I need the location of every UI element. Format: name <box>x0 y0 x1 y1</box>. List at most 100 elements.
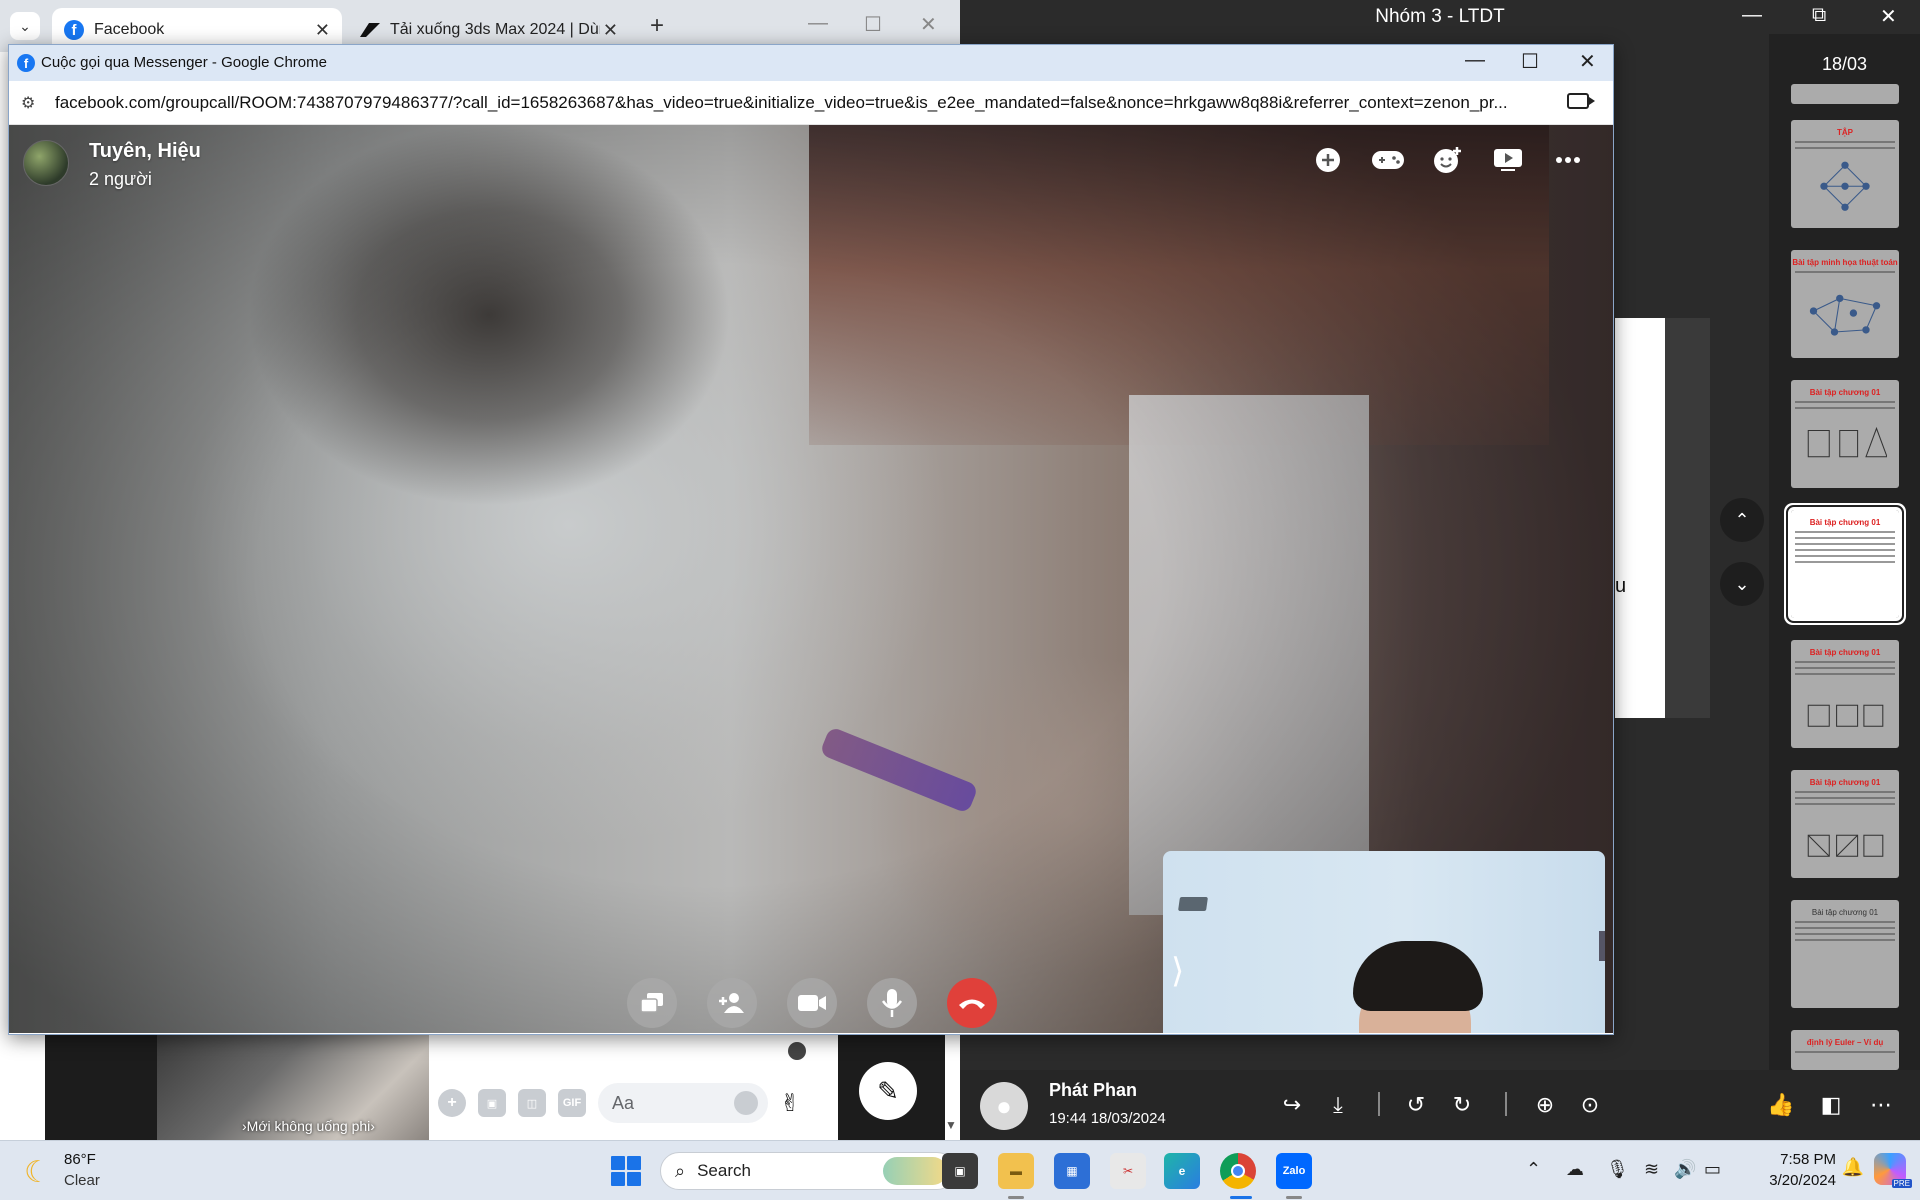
gif-icon[interactable]: GIF <box>558 1089 586 1117</box>
thumbnail[interactable]: TẬP <box>1791 120 1899 228</box>
facebook-icon: f <box>17 54 35 72</box>
messenger-call-window: f Cuộc gọi qua Messenger - Google Chrome… <box>8 44 1614 1035</box>
scroll-down-icon[interactable]: ▼ <box>945 1118 957 1132</box>
close-tab-icon[interactable]: ✕ <box>603 20 618 41</box>
windows-start-button[interactable] <box>611 1156 641 1186</box>
chat-sidebar-dark <box>45 1035 157 1140</box>
site-settings-icon[interactable]: ⚙ <box>21 93 35 113</box>
snipping-tool-icon[interactable]: ✂ <box>1110 1153 1146 1189</box>
thumbnail[interactable] <box>1791 84 1899 104</box>
show-hidden-icons-icon[interactable]: ⌃ <box>1526 1159 1541 1180</box>
microphone-button[interactable] <box>867 978 917 1028</box>
more-options-icon[interactable]: ⋯ <box>1866 1090 1896 1120</box>
pdf-title-bar: Nhóm 3 - LTDT — ⧉ ✕ <box>960 0 1920 34</box>
close-icon[interactable]: ✕ <box>1880 4 1897 29</box>
like-icon[interactable]: 👍 <box>1766 1090 1796 1120</box>
minimize-icon[interactable]: — <box>1465 49 1485 72</box>
effects-icon[interactable] <box>1431 143 1465 177</box>
collapse-self-view-icon[interactable]: ⟩ <box>1171 951 1184 991</box>
graph-diagram <box>1809 294 1881 336</box>
camera-in-use-icon[interactable] <box>1567 93 1595 109</box>
task-view-icon[interactable]: ▣ <box>942 1153 978 1189</box>
watch-together-icon[interactable] <box>1491 143 1525 177</box>
volume-icon[interactable]: 🔊 <box>1674 1159 1696 1180</box>
minimize-icon[interactable]: — <box>808 12 828 35</box>
zalo-icon[interactable]: Zalo <box>1276 1153 1312 1189</box>
camera-button[interactable] <box>787 978 837 1028</box>
games-icon[interactable] <box>1371 143 1405 177</box>
maximize-icon[interactable]: ☐ <box>864 12 882 37</box>
weather-temperature[interactable]: 86°F <box>64 1151 96 1168</box>
share-screen-icon <box>640 993 663 1013</box>
plus-icon[interactable]: + <box>438 1089 466 1117</box>
image-icon[interactable]: ▣ <box>478 1089 506 1117</box>
clock-time[interactable]: 7:58 PM <box>1780 1151 1836 1168</box>
thumbnail-title: Bài tập chương 01 <box>1809 778 1881 787</box>
end-call-button[interactable] <box>947 978 997 1028</box>
minimize-icon[interactable]: — <box>1742 4 1762 27</box>
thumbnail[interactable]: Bài tập chương 01 <box>1791 770 1899 878</box>
victory-hand-icon[interactable]: ✌ <box>780 1089 800 1118</box>
thumbnail[interactable]: định lý Euler – Ví dụ <box>1791 1030 1899 1070</box>
thumbnail[interactable]: Bài tập minh họa thuật toán <box>1791 250 1899 358</box>
author-name: Phát Phan <box>1049 1080 1138 1100</box>
actual-size-icon[interactable]: ⊙ <box>1575 1090 1605 1120</box>
add-people-button[interactable] <box>707 978 757 1028</box>
message-input[interactable]: Aa <box>598 1083 768 1123</box>
group-name: Tuyên, Hiệu <box>89 140 201 162</box>
previous-page-button[interactable]: ⌃ <box>1720 498 1764 542</box>
thumbnail-panel: 18/03 TẬP Bài tập minh họa thuật toán Bà… <box>1769 34 1920 1070</box>
thumbnail-selected[interactable]: Bài tập chương 01 <box>1788 507 1902 621</box>
maximize-icon[interactable]: ☐ <box>1521 49 1539 74</box>
thumbnail-date-label: 18/03 <box>1821 54 1868 74</box>
call-window-title: Cuộc gọi qua Messenger - Google Chrome <box>41 54 327 71</box>
url-field[interactable]: facebook.com/groupcall/ROOM:743870797948… <box>55 93 1555 113</box>
sticker-icon[interactable]: ◫ <box>518 1089 546 1117</box>
weather-condition[interactable]: Clear <box>64 1172 100 1189</box>
download-icon[interactable]: ⤓ <box>1323 1090 1353 1120</box>
participant-count: 2 người <box>89 169 152 189</box>
file-explorer-icon[interactable]: ▬ <box>998 1153 1034 1189</box>
restore-icon[interactable]: ⧉ <box>1812 4 1826 27</box>
remote-video: Tuyên, Hiệu 2 người ⟩ <box>9 125 1613 1033</box>
new-tab-button[interactable]: + <box>650 12 664 40</box>
rotate-right-icon[interactable]: ↻ <box>1447 1090 1477 1120</box>
search-icon: ⌕ <box>675 1160 686 1181</box>
self-view-video[interactable]: ⟩ <box>1163 851 1605 1033</box>
close-icon[interactable]: ✕ <box>1579 49 1596 74</box>
clock-date[interactable]: 3/20/2024 <box>1769 1172 1836 1189</box>
thumbnail[interactable]: Bài tập chương 01 <box>1791 380 1899 488</box>
taskbar-search[interactable]: ⌕ Search <box>660 1152 956 1190</box>
video-camera-icon <box>798 995 826 1011</box>
share-screen-button[interactable] <box>627 978 677 1028</box>
microphone-tray-icon[interactable]: 🎙 <box>1606 1159 1629 1180</box>
next-page-button[interactable]: ⌄ <box>1720 562 1764 606</box>
emoji-icon[interactable] <box>734 1091 758 1115</box>
chat-shared-image[interactable]: ›Mới không uống phi› <box>157 1035 429 1140</box>
notification-bell-icon[interactable]: 🔔 <box>1842 1157 1864 1178</box>
wifi-icon[interactable]: ≋ <box>1644 1159 1659 1180</box>
thumbnail[interactable]: Bài tập chương 01 <box>1791 900 1899 1008</box>
share-icon[interactable]: ↪ <box>1277 1090 1307 1120</box>
tab-search-button[interactable]: ⌄ <box>10 12 40 40</box>
battery-icon[interactable]: ▭ <box>1704 1159 1721 1180</box>
close-icon[interactable]: ✕ <box>920 12 937 37</box>
chat-composer-toolbar: + ▣ ◫ GIF Aa ✌ <box>430 1078 850 1128</box>
rotate-left-icon[interactable]: ↺ <box>1401 1090 1431 1120</box>
new-message-button[interactable]: ✎ <box>859 1062 917 1120</box>
sidebar-toggle-icon[interactable]: ◧ <box>1816 1090 1846 1120</box>
zoom-in-icon[interactable]: ⊕ <box>1530 1090 1560 1120</box>
self-view-hair <box>1353 941 1483 1011</box>
onedrive-icon[interactable]: ☁ <box>1566 1159 1584 1180</box>
chrome-icon[interactable] <box>1220 1153 1256 1189</box>
self-view-edge <box>1599 931 1605 961</box>
thumbnail[interactable]: Bài tập chương 01 <box>1791 640 1899 748</box>
microsoft-store-icon[interactable]: ▦ <box>1054 1153 1090 1189</box>
moon-weather-icon[interactable]: ☾ <box>24 1155 51 1190</box>
add-icon[interactable] <box>1311 143 1345 177</box>
pdf-page-text: u <box>1615 575 1627 597</box>
close-tab-icon[interactable]: ✕ <box>315 20 330 41</box>
thumbnail-title: định lý Euler – Ví dụ <box>1806 1038 1884 1047</box>
more-options-icon[interactable] <box>1551 143 1585 177</box>
edge-icon[interactable]: e <box>1164 1153 1200 1189</box>
